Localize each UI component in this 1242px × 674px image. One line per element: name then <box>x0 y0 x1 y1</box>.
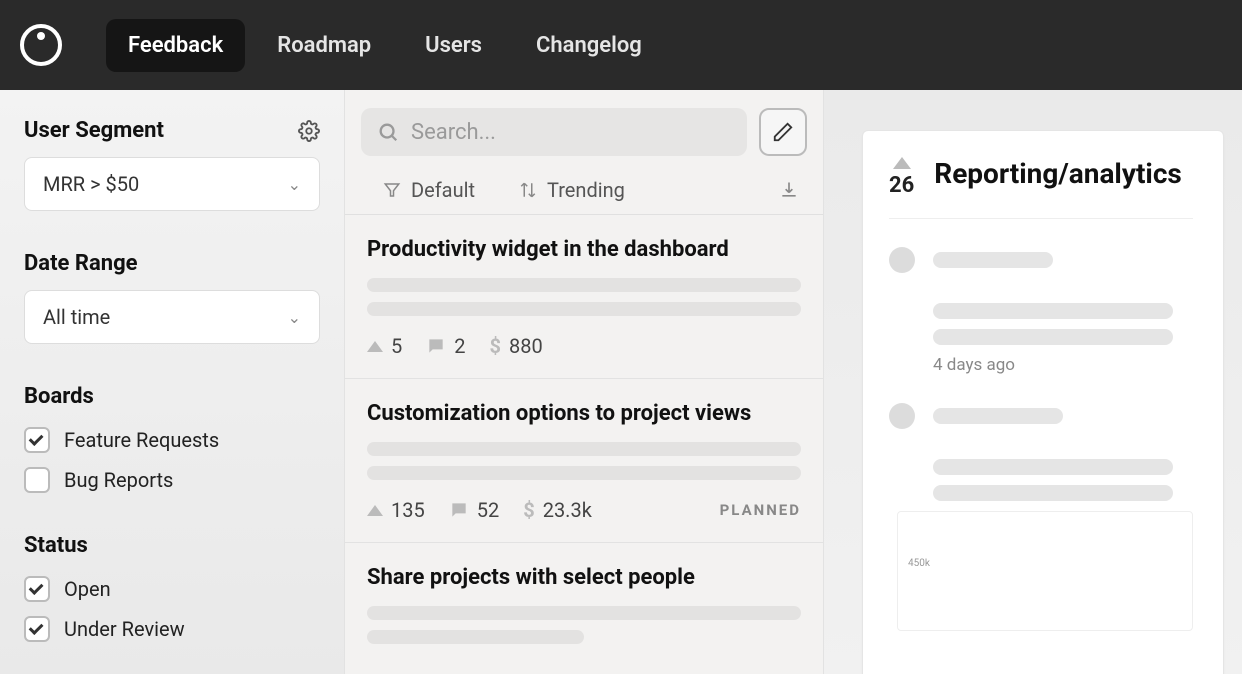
comment-icon <box>426 336 446 356</box>
boards-section: Boards Feature Requests Bug Reports <box>24 384 320 493</box>
vote-button[interactable]: 26 <box>889 157 914 198</box>
comment-icon <box>449 500 469 520</box>
skeleton-line <box>367 278 801 292</box>
top-nav: Feedback Roadmap Users Changelog <box>0 0 1242 90</box>
comment-count[interactable]: 52 <box>449 498 499 522</box>
detail-panel: 26 Reporting/analytics 4 days ago <box>824 90 1242 674</box>
post-item[interactable]: Share projects with select people <box>345 543 823 674</box>
date-range-value: All time <box>43 305 110 329</box>
board-feature-requests[interactable]: Feature Requests <box>24 427 320 453</box>
filter-label: Default <box>411 178 475 202</box>
status-section: Status Open Under Review <box>24 533 320 642</box>
search-input[interactable] <box>411 120 731 145</box>
skeleton-line <box>367 302 801 316</box>
status-open[interactable]: Open <box>24 576 320 602</box>
avatar <box>889 403 915 429</box>
status-label: Open <box>64 577 111 601</box>
status-title: Status <box>24 533 320 558</box>
board-label: Feature Requests <box>64 428 219 452</box>
comment-row <box>889 247 1193 273</box>
skeleton-line <box>933 485 1173 501</box>
skeleton-line <box>933 252 1053 268</box>
post-list-panel: Default Trending Productivity widget in … <box>344 90 824 674</box>
upvote-count[interactable]: 5 <box>367 334 402 358</box>
sort-icon <box>519 181 537 199</box>
upvote-icon <box>367 505 383 516</box>
skeleton-line <box>367 442 801 456</box>
detail-header: 26 Reporting/analytics <box>889 157 1193 219</box>
segment-value: MRR > $50 <box>43 172 139 196</box>
post-item[interactable]: Customization options to project views 1… <box>345 379 823 543</box>
value-count: $23.3k <box>523 498 592 522</box>
chevron-down-icon: ⌄ <box>288 175 301 194</box>
checkbox-icon[interactable] <box>24 616 50 642</box>
download-button[interactable] <box>771 180 807 200</box>
pencil-icon <box>772 121 794 143</box>
skeleton-line <box>933 408 1063 424</box>
checkbox-icon[interactable] <box>24 427 50 453</box>
search-icon <box>377 121 399 143</box>
date-range-select[interactable]: All time ⌄ <box>24 290 320 344</box>
vote-count: 26 <box>889 173 914 198</box>
comment-count[interactable]: 2 <box>426 334 465 358</box>
gear-icon[interactable] <box>298 120 320 142</box>
checkbox-icon[interactable] <box>24 467 50 493</box>
detail-card: 26 Reporting/analytics 4 days ago <box>862 130 1224 674</box>
nav-items: Feedback Roadmap Users Changelog <box>106 19 664 72</box>
upvote-count[interactable]: 135 <box>367 498 425 522</box>
board-label: Bug Reports <box>64 468 173 492</box>
detail-timestamp: 4 days ago <box>933 355 1193 375</box>
nav-feedback[interactable]: Feedback <box>106 19 245 72</box>
skeleton-line <box>933 459 1173 475</box>
skeleton-line <box>933 329 1173 345</box>
compose-button[interactable] <box>759 108 807 156</box>
post-title: Productivity widget in the dashboard <box>367 237 801 262</box>
page-body: User Segment MRR > $50 ⌄ Date Range All … <box>0 90 1242 674</box>
filter-icon <box>383 181 401 199</box>
sort-label: Trending <box>547 178 625 202</box>
post-meta: 5 2 $880 <box>367 334 801 358</box>
filter-sidebar: User Segment MRR > $50 ⌄ Date Range All … <box>0 90 344 674</box>
search-row <box>345 90 823 166</box>
post-item[interactable]: Productivity widget in the dashboard 5 2… <box>345 215 823 379</box>
post-meta: 135 52 $23.3k PLANNED <box>367 498 801 522</box>
post-title: Share projects with select people <box>367 565 801 590</box>
avatar <box>889 247 915 273</box>
nav-users[interactable]: Users <box>403 19 504 72</box>
upvote-icon <box>367 341 383 352</box>
comment-row <box>889 403 1193 429</box>
dollar-icon: $ <box>490 334 501 358</box>
nav-changelog[interactable]: Changelog <box>514 19 664 72</box>
skeleton-line <box>367 466 801 480</box>
value-count: $880 <box>490 334 543 358</box>
segment-title: User Segment <box>24 118 164 143</box>
search-box[interactable] <box>361 108 747 156</box>
dollar-icon: $ <box>523 498 534 522</box>
checkbox-icon[interactable] <box>24 576 50 602</box>
segment-select[interactable]: MRR > $50 ⌄ <box>24 157 320 211</box>
chart-axis-label: 450k <box>908 558 930 569</box>
date-range-title: Date Range <box>24 251 138 276</box>
chevron-down-icon: ⌄ <box>288 308 301 327</box>
skeleton-line <box>933 303 1173 319</box>
segment-section: User Segment MRR > $50 ⌄ <box>24 118 320 211</box>
board-bug-reports[interactable]: Bug Reports <box>24 467 320 493</box>
boards-title: Boards <box>24 384 320 409</box>
analytics-chart-placeholder: 450k <box>897 511 1193 631</box>
date-range-section: Date Range All time ⌄ <box>24 251 320 344</box>
nav-roadmap[interactable]: Roadmap <box>255 19 393 72</box>
post-title: Customization options to project views <box>367 401 801 426</box>
list-toolbar: Default Trending <box>345 166 823 215</box>
detail-title: Reporting/analytics <box>934 157 1182 190</box>
filter-button[interactable]: Default <box>361 178 497 202</box>
app-logo <box>20 24 62 66</box>
skeleton-line <box>367 630 584 644</box>
sort-button[interactable]: Trending <box>497 178 647 202</box>
status-badge: PLANNED <box>720 501 801 519</box>
status-label: Under Review <box>64 617 185 641</box>
skeleton-line <box>367 606 801 620</box>
upvote-icon <box>893 157 911 169</box>
status-under-review[interactable]: Under Review <box>24 616 320 642</box>
